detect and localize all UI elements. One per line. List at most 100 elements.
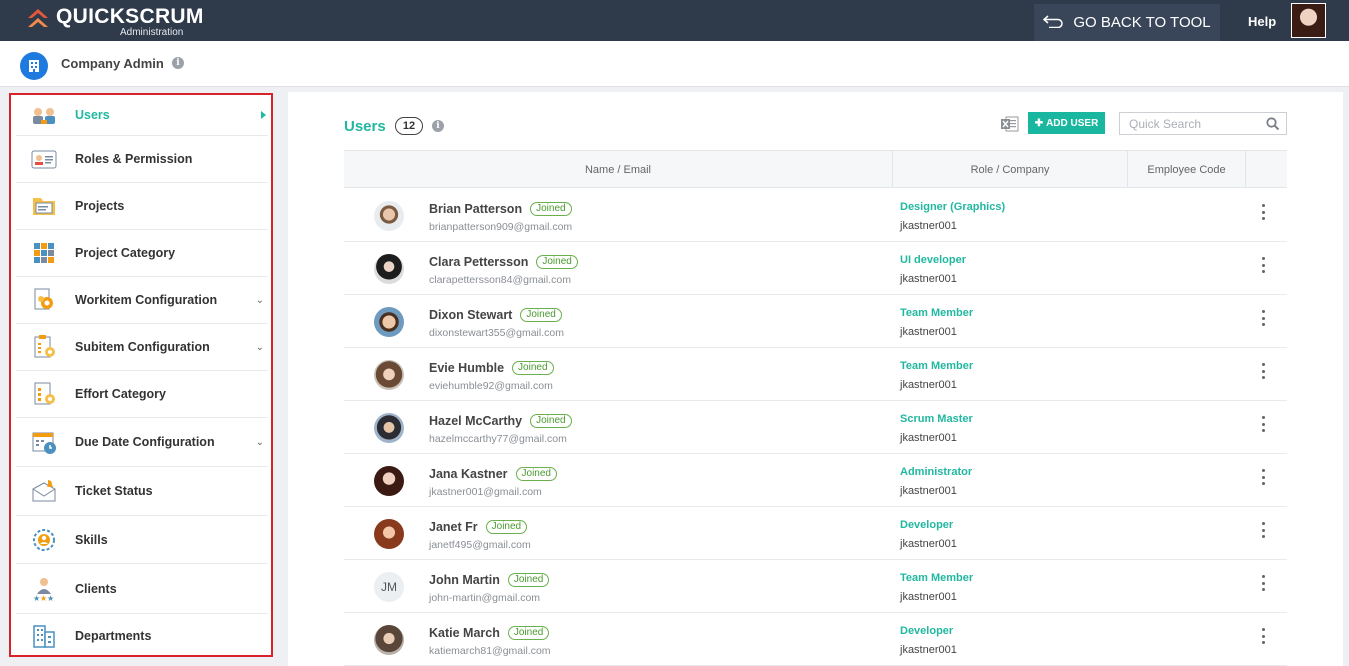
table-row[interactable]: Brian Patterson Joined brianpatterson909@… xyxy=(344,189,1287,242)
row-menu-icon[interactable] xyxy=(1255,308,1271,328)
chevron-down-icon[interactable]: ⌄ xyxy=(256,437,264,448)
user-email: eviehumble92@gmail.com xyxy=(429,380,553,392)
folder-icon xyxy=(30,192,58,220)
user-role: Scrum Master xyxy=(900,413,973,425)
row-menu-icon[interactable] xyxy=(1255,520,1271,540)
table-row[interactable]: Hazel McCarthy Joined hazelmccarthy77@gma… xyxy=(344,401,1287,454)
users-count-badge: 12 xyxy=(395,117,423,135)
table-row[interactable]: Katie March Joined katiemarch81@gmail.com… xyxy=(344,613,1287,666)
building-icon xyxy=(30,622,58,650)
user-email: brianpatterson909@gmail.com xyxy=(429,221,573,233)
user-company: jkastner001 xyxy=(900,220,957,232)
row-menu-icon[interactable] xyxy=(1255,467,1271,487)
admin-sidebar: Users Roles & Permission Projects Projec… xyxy=(9,93,273,657)
table-row[interactable]: Jana Kastner Joined jkastner001@gmail.com… xyxy=(344,454,1287,507)
quick-search-input[interactable] xyxy=(1120,116,1260,131)
users-table-header: Name / Email Role / Company Employee Cod… xyxy=(344,150,1287,188)
sidebar-item-label: Workitem Configuration xyxy=(75,293,218,307)
user-company: jkastner001 xyxy=(900,379,957,391)
status-badge: Joined xyxy=(507,626,550,640)
sidebar-item-due-date-configuration[interactable]: Due Date Configuration ⌄ xyxy=(16,418,268,467)
user-company: jkastner001 xyxy=(900,326,957,338)
go-back-label: GO BACK TO TOOL xyxy=(1073,14,1211,31)
sidebar-item-label: Departments xyxy=(75,628,152,643)
status-badge: Joined xyxy=(530,202,572,216)
sidebar-item-departments[interactable]: Departments xyxy=(16,614,268,657)
skills-badge-icon xyxy=(30,526,58,554)
table-row[interactable]: JM John Martin Joined john-martin@gmail.c… xyxy=(344,560,1287,613)
user-company: jkastner001 xyxy=(900,644,957,656)
table-row[interactable]: Dixon Stewart Joined dixonstewart355@gmai… xyxy=(344,295,1287,348)
row-menu-icon[interactable] xyxy=(1255,202,1271,222)
row-menu-icon[interactable] xyxy=(1255,361,1271,381)
user-company: jkastner001 xyxy=(900,432,957,444)
document-gear-icon xyxy=(30,380,58,408)
user-name[interactable]: Brian Patterson xyxy=(429,202,522,216)
user-role: Developer xyxy=(900,625,954,637)
user-avatar[interactable] xyxy=(1291,3,1326,38)
column-header-name-email[interactable]: Name / Email xyxy=(344,151,893,188)
avatar xyxy=(374,466,404,496)
user-name[interactable]: Janet Fr xyxy=(429,520,478,534)
column-header-employee-code[interactable]: Employee Code xyxy=(1128,151,1246,188)
user-name[interactable]: Dixon Stewart xyxy=(429,308,512,322)
row-menu-icon[interactable] xyxy=(1255,573,1271,593)
user-name[interactable]: Evie Humble xyxy=(429,361,504,375)
sidebar-item-label: Project Category xyxy=(75,246,176,260)
avatar xyxy=(374,307,404,337)
logo-subtitle: Administration xyxy=(120,27,184,38)
sidebar-item-projects[interactable]: Projects xyxy=(16,183,268,230)
users-panel: Users 12 i ✚ ADD USER Name / Email Role … xyxy=(288,92,1343,666)
sidebar-item-subitem-configuration[interactable]: Subitem Configuration ⌄ xyxy=(16,324,268,371)
row-menu-icon[interactable] xyxy=(1255,414,1271,434)
sidebar-item-workitem-configuration[interactable]: Workitem Configuration ⌄ xyxy=(16,277,268,324)
user-name[interactable]: Katie March xyxy=(429,626,500,640)
sidebar-item-label: Clients xyxy=(75,581,117,596)
user-name[interactable]: Hazel McCarthy xyxy=(429,414,522,428)
page-title: Company Admin xyxy=(61,56,164,71)
column-header-role-company[interactable]: Role / Company xyxy=(893,151,1128,188)
avatar xyxy=(374,413,404,443)
sidebar-item-users[interactable]: Users xyxy=(16,95,268,136)
sidebar-item-label: Users xyxy=(75,108,110,122)
sidebar-item-skills[interactable]: Skills xyxy=(16,516,268,564)
sidebar-item-ticket-status[interactable]: Ticket Status xyxy=(16,467,268,516)
row-menu-icon[interactable] xyxy=(1255,626,1271,646)
sidebar-item-roles-permission[interactable]: Roles & Permission xyxy=(16,136,268,183)
table-row[interactable]: Janet Fr Joined janetf495@gmail.com Devel… xyxy=(344,507,1287,560)
user-name[interactable]: Clara Pettersson xyxy=(429,255,528,269)
user-company: jkastner001 xyxy=(900,485,957,497)
add-user-button[interactable]: ✚ ADD USER xyxy=(1028,112,1105,134)
chevron-down-icon[interactable]: ⌄ xyxy=(256,342,264,353)
user-email: jkastner001@gmail.com xyxy=(429,486,542,498)
sidebar-item-effort-category[interactable]: Effort Category xyxy=(16,371,268,418)
logo-text: Quickscrum xyxy=(56,5,204,28)
sidebar-item-label: Ticket Status xyxy=(75,484,153,498)
user-name[interactable]: John Martin xyxy=(429,573,500,587)
user-role: Team Member xyxy=(900,360,974,372)
search-icon[interactable] xyxy=(1266,117,1280,136)
grid-icon xyxy=(30,239,58,267)
table-row[interactable]: Evie Humble Joined eviehumble92@gmail.com… xyxy=(344,348,1287,401)
user-role: UI developer xyxy=(900,254,967,266)
go-back-to-tool-button[interactable]: GO BACK TO TOOL xyxy=(1034,4,1220,41)
sidebar-item-clients[interactable]: ★ ★ ★ Clients xyxy=(16,564,268,614)
user-name[interactable]: Jana Kastner xyxy=(429,467,508,481)
info-icon[interactable]: i xyxy=(432,120,444,132)
avatar xyxy=(374,360,404,390)
user-role: Designer (Graphics) xyxy=(900,201,1006,213)
row-menu-icon[interactable] xyxy=(1255,255,1271,275)
help-link[interactable]: Help xyxy=(1248,14,1276,29)
table-row[interactable]: Clara Pettersson Joined clarapettersson84… xyxy=(344,242,1287,295)
section-title: Users xyxy=(344,118,386,135)
chevron-down-icon[interactable]: ⌄ xyxy=(256,295,264,306)
status-badge: Joined xyxy=(515,467,557,481)
info-icon[interactable]: i xyxy=(172,57,184,69)
users-icon xyxy=(30,101,58,129)
status-badge: Joined xyxy=(512,361,554,375)
excel-export-icon[interactable] xyxy=(1001,116,1019,132)
sidebar-item-project-category[interactable]: Project Category xyxy=(16,230,268,277)
status-badge: Joined xyxy=(485,520,528,534)
client-rating-icon: ★ ★ ★ xyxy=(30,575,58,603)
sidebar-item-label: Skills xyxy=(75,532,108,547)
